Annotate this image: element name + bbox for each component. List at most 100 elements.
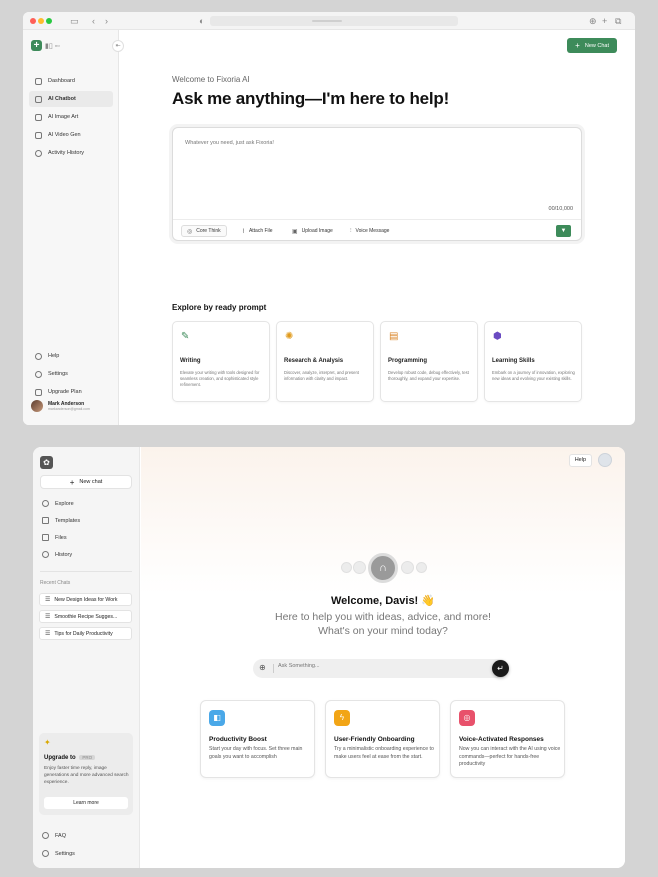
- welcome-subtitle: Here to help you with ideas, advice, and…: [275, 611, 491, 637]
- list-icon: ☰: [45, 631, 51, 637]
- page-title: Ask me anything—I'm here to help!: [172, 89, 450, 108]
- user-profile[interactable]: Mark Anderson markanderson@gmail.com: [31, 400, 90, 412]
- brain-icon: ◎: [187, 228, 193, 235]
- video-icon: [35, 131, 42, 139]
- divider: [273, 664, 274, 673]
- prompt-card-writing[interactable]: ✎ Writing Elevate your writing with tool…: [172, 321, 270, 402]
- sidebar: + ▮▯ ▫▫ ⇤ Dashboard AI Chatbot AI Image …: [23, 30, 124, 425]
- upgrade-title: Upgrade to PRO: [44, 755, 96, 761]
- prompt-toolbar: ◎ Core Think ⌇ Attach File ▣ Upload Imag…: [173, 219, 581, 241]
- recent-chats-heading: Recent Chats: [40, 580, 71, 586]
- user-email: markanderson@gmail.com: [48, 407, 90, 411]
- upgrade-description: Enjoy faster time reply, image generatio…: [44, 766, 129, 785]
- templates-icon: [42, 517, 49, 524]
- chat-icon: [35, 95, 42, 103]
- user-bubble-icon: [401, 561, 414, 574]
- new-chat-button[interactable]: + New Chat: [567, 38, 617, 53]
- address-bar[interactable]: [210, 16, 458, 26]
- send-button[interactable]: ▼: [556, 225, 571, 237]
- globe-icon[interactable]: ⊕: [259, 663, 266, 672]
- suggestion-card-onboarding[interactable]: ϟ User-Friendly Onboarding Try a minimal…: [325, 700, 440, 778]
- sidebar-item-templates[interactable]: Templates: [42, 517, 80, 524]
- list-icon: ☰: [45, 597, 51, 603]
- history-icon: [42, 551, 49, 558]
- sidebar-item-help[interactable]: Help: [29, 348, 113, 364]
- tabs-icon[interactable]: ⧉: [615, 15, 621, 27]
- assistant-avatar-group: ∩: [341, 553, 429, 583]
- fixoria-window: ▭ ‹ › ◐ ⊕ + ⧉ + ▮▯ ▫▫ ⇤ Dashboard AI Cha…: [23, 12, 635, 425]
- ask-input[interactable]: [278, 663, 478, 669]
- graduation-cap-icon: ⬢: [493, 331, 502, 342]
- attach-file-button[interactable]: ⌇ Attach File: [237, 225, 278, 237]
- sidebar-item-settings[interactable]: Settings: [29, 366, 113, 382]
- sidebar-item-settings[interactable]: Settings: [42, 850, 75, 857]
- character-counter: 00/10,000: [548, 206, 573, 212]
- avatar[interactable]: [598, 453, 612, 467]
- sparkle-icon: ✦: [44, 738, 51, 747]
- sidebar-item-files[interactable]: Files: [42, 534, 67, 541]
- waveform-icon: ⫶: [350, 227, 352, 234]
- help-icon: [35, 352, 42, 360]
- welcome-text: Welcome to Fixoria AI: [172, 75, 250, 84]
- gear-icon: [42, 850, 49, 857]
- send-button[interactable]: ↵: [492, 660, 509, 677]
- paperclip-icon: ⌇: [242, 228, 245, 235]
- productivity-icon: ◧: [209, 710, 225, 726]
- image-icon: [35, 113, 42, 121]
- learn-more-button[interactable]: Learn more: [44, 797, 128, 809]
- prompt-card-research[interactable]: ✺ Research & Analysis Discover, analyze,…: [276, 321, 374, 402]
- prompt-card-learning[interactable]: ⬢ Learning Skills Embark on a journey of…: [484, 321, 582, 402]
- sidebar-item-history[interactable]: History: [42, 551, 72, 558]
- list-icon: ☰: [45, 614, 51, 620]
- suggestion-card-productivity[interactable]: ◧ Productivity Boost Start your day with…: [200, 700, 315, 778]
- sidebar-item-ai-image-art[interactable]: AI Image Art: [29, 109, 113, 125]
- sidebar-item-explore[interactable]: Explore: [42, 500, 74, 507]
- lightbulb-icon: ✺: [285, 331, 294, 342]
- user-bubble-icon: [341, 562, 352, 573]
- browser-titlebar: ▭ ‹ › ◐ ⊕ + ⧉: [23, 12, 635, 30]
- sidebar-item-dashboard[interactable]: Dashboard: [29, 73, 113, 89]
- crown-icon: [35, 388, 42, 396]
- user-bubble-icon: [353, 561, 366, 574]
- plus-icon: +: [69, 477, 75, 487]
- maximize-window-button[interactable]: [46, 18, 52, 24]
- sidebar: ✿ + New chat Explore Templates Files His…: [33, 447, 140, 868]
- image-icon: ▣: [292, 228, 298, 235]
- suggestion-card-voice[interactable]: ◎ Voice-Activated Responses Now you can …: [450, 700, 565, 778]
- sidebar-item-faq[interactable]: FAQ: [42, 832, 66, 839]
- home-icon: [35, 77, 42, 85]
- sidebar-toggle-icon[interactable]: ▭: [70, 15, 79, 27]
- voice-message-button[interactable]: ⫶ Voice Message: [345, 225, 394, 237]
- new-tab-icon[interactable]: +: [602, 15, 607, 27]
- gear-icon: [35, 370, 42, 378]
- sidebar-item-ai-chatbot[interactable]: AI Chatbot: [29, 91, 113, 107]
- back-icon[interactable]: ‹: [92, 15, 95, 27]
- close-window-button[interactable]: [30, 18, 36, 24]
- sidebar-item-activity-history[interactable]: Activity History: [29, 145, 113, 161]
- sidebar-item-upgrade-plan[interactable]: Upgrade Plan: [29, 384, 113, 400]
- lightning-icon: ϟ: [334, 710, 350, 726]
- file-icon: [42, 534, 49, 541]
- code-icon: ▤: [389, 331, 399, 342]
- forward-icon[interactable]: ›: [105, 15, 108, 27]
- download-icon[interactable]: ⊕: [589, 15, 597, 27]
- shield-icon: ◐: [199, 16, 205, 26]
- upload-image-button[interactable]: ▣ Upload Image: [287, 225, 338, 237]
- main-content: + New Chat Welcome to Fixoria AI Ask me …: [120, 30, 635, 425]
- pen-icon: ✎: [181, 331, 190, 342]
- logo-icon: ✿: [40, 456, 53, 469]
- help-button[interactable]: Help: [568, 454, 592, 467]
- recent-chat-item[interactable]: ☰ Tips for Daily Productivity: [39, 627, 132, 640]
- user-bubble-icon: [416, 562, 427, 573]
- collapse-sidebar-button[interactable]: ⇤: [112, 40, 124, 52]
- prompt-card-programming[interactable]: ▤ Programming Develop robust code, debug…: [380, 321, 478, 402]
- recent-chat-item[interactable]: ☰ New Design Ideas for Work: [39, 593, 132, 606]
- voice-icon: ◎: [459, 710, 475, 726]
- prompt-input[interactable]: [185, 140, 485, 146]
- new-chat-button[interactable]: + New chat: [40, 475, 132, 489]
- recent-chat-item[interactable]: ☰ Smoothie Recipe Sugges...: [39, 610, 132, 623]
- pro-badge: PRO: [79, 755, 96, 760]
- core-think-button[interactable]: ◎ Core Think: [181, 225, 227, 237]
- sidebar-item-ai-video-gen[interactable]: AI Video Gen: [29, 127, 113, 143]
- minimize-window-button[interactable]: [38, 18, 44, 24]
